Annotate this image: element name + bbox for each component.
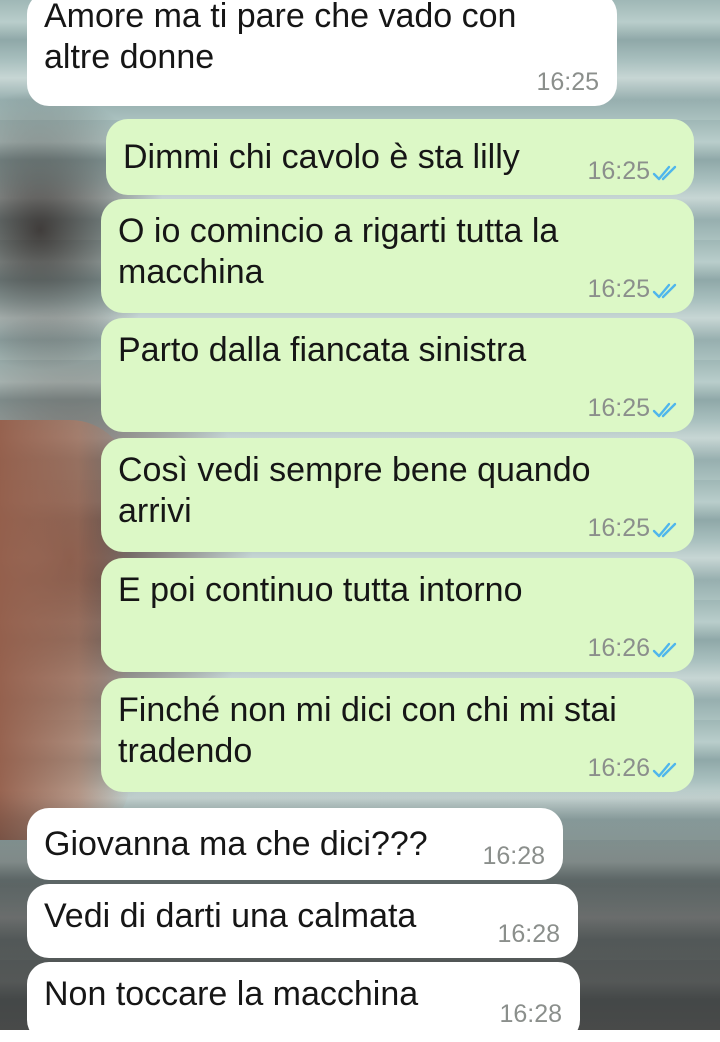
message-text: E poi continuo tutta intorno [118,571,523,609]
incoming-message[interactable]: Non toccare la macchina 16:28 [27,962,580,1042]
message-time: 16:28 [499,1000,562,1028]
outgoing-message[interactable]: O io comincio a rigarti tutta la macchin… [101,199,694,313]
message-time: 16:25 [587,394,650,422]
incoming-message[interactable]: Amore ma ti pare che vado con altre donn… [27,0,617,106]
message-time: 16:25 [587,514,650,542]
message-text: Amore ma ti pare che vado con altre donn… [44,0,517,76]
message-time: 16:25 [587,157,650,185]
message-time: 16:25 [587,275,650,303]
message-time: 16:26 [587,634,650,662]
double-check-icon [652,520,680,540]
message-text: Vedi di darti una calmata [44,897,417,935]
outgoing-message[interactable]: Finché non mi dici con chi mi stai trade… [101,678,694,792]
outgoing-message[interactable]: Dimmi chi cavolo è sta lilly 16:25 [106,119,694,195]
message-text: Non toccare la macchina [44,975,419,1013]
message-text: Parto dalla fiancata sinistra [118,331,527,369]
double-check-icon [652,640,680,660]
double-check-icon [652,163,680,183]
incoming-message[interactable]: Vedi di darti una calmata 16:28 [27,884,578,958]
message-time: 16:25 [536,68,599,96]
double-check-icon [652,281,680,301]
incoming-message[interactable]: Giovanna ma che dici??? 16:28 [27,808,563,880]
message-time: 16:28 [482,842,545,870]
outgoing-message[interactable]: Parto dalla fiancata sinistra 16:25 [101,318,694,432]
message-time: 16:28 [497,920,560,948]
outgoing-message[interactable]: Così vedi sempre bene quando arrivi 16:2… [101,438,694,552]
double-check-icon [652,760,680,780]
message-text: Giovanna ma che dici??? [44,825,428,863]
message-time: 16:26 [587,754,650,782]
outgoing-message[interactable]: E poi continuo tutta intorno 16:26 [101,558,694,672]
double-check-icon [652,400,680,420]
